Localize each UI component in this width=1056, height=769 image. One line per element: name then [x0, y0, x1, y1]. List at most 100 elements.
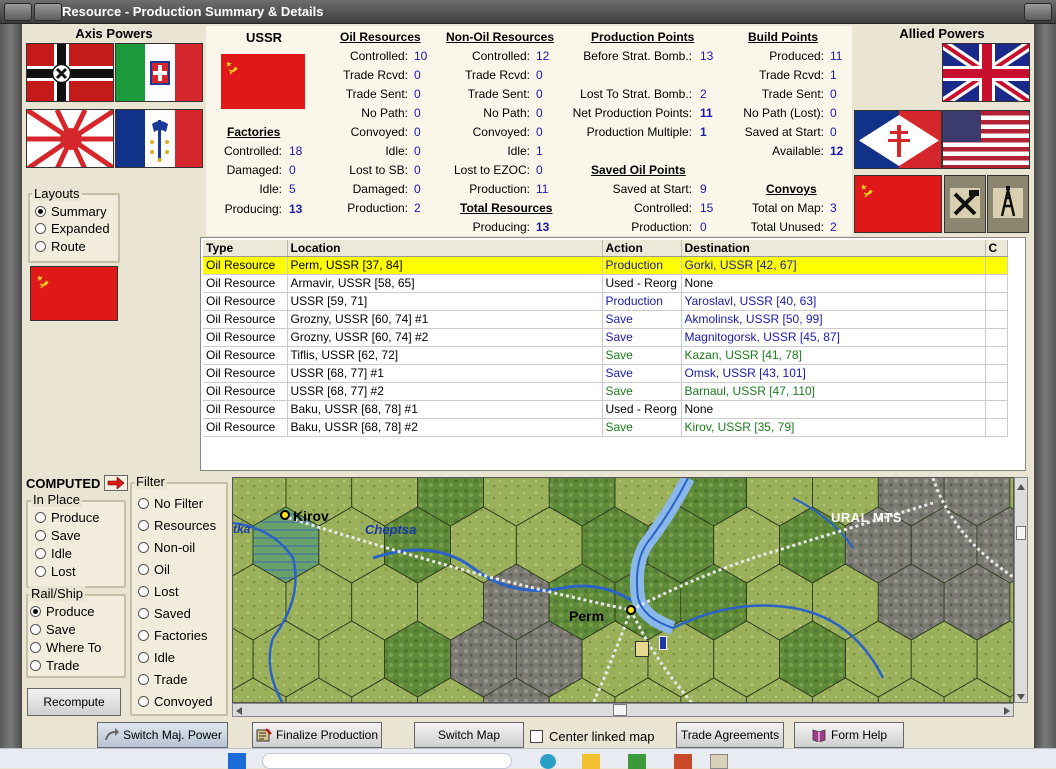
app-icon-red[interactable] — [674, 754, 692, 769]
filter-non-oil-radio[interactable]: Non-oil — [138, 540, 195, 555]
filter-oil-radio[interactable]: Oil — [138, 562, 170, 577]
cell-c — [985, 346, 1008, 365]
app-icon-game[interactable] — [710, 754, 728, 769]
filter-resources-radio[interactable]: Resources — [138, 518, 216, 533]
hex-map[interactable]: Kirov Cheptsa tka Perm URAL MTS — [232, 477, 1014, 703]
nonoil-value: 0 — [536, 106, 543, 120]
table-row[interactable]: Oil Resource USSR [68, 77] #2 Save Barnaul,… — [203, 382, 1008, 401]
layout-expanded-radio[interactable]: Expanded — [35, 221, 110, 236]
inplace-idle-radio[interactable]: Idle — [35, 546, 72, 561]
layout-route-radio[interactable]: Route — [35, 239, 86, 254]
inplace-save-radio[interactable]: Save — [35, 528, 81, 543]
cell-c — [985, 328, 1008, 347]
oil-derrick-icon[interactable] — [987, 175, 1029, 233]
title-bar[interactable]: Resource - Production Summary & Details — [0, 0, 1056, 24]
browser-icon[interactable] — [540, 754, 556, 769]
power-name: USSR — [245, 30, 283, 45]
taskbar-search-box[interactable] — [262, 753, 512, 769]
layout-summary-radio[interactable]: Summary — [35, 204, 107, 219]
form-help-button[interactable]: Form Help — [794, 722, 904, 748]
table-row[interactable]: Oil Resource Perm, USSR [37, 84] Productio… — [203, 256, 1008, 275]
table-row[interactable]: Oil Resource Grozny, USSR [60, 74] #1 Save… — [203, 310, 1008, 329]
usa-flag[interactable] — [942, 110, 1030, 169]
map-horizontal-scrollbar[interactable] — [232, 703, 1014, 717]
inplace-lost-radio[interactable]: Lost — [35, 564, 76, 579]
help-book-icon — [812, 729, 826, 742]
filter-idle-radio[interactable]: Idle — [138, 650, 175, 665]
close-button[interactable] — [1024, 3, 1052, 21]
filter-factories-radio[interactable]: Factories — [138, 628, 207, 643]
window-menu-button[interactable] — [4, 3, 32, 21]
recompute-button[interactable]: Recompute — [27, 688, 121, 716]
perm-city-marker[interactable] — [626, 605, 636, 615]
vichy-france-flag[interactable] — [115, 109, 203, 168]
column-header-location[interactable]: Location — [287, 240, 603, 257]
oil-resource-icon[interactable] — [659, 636, 667, 650]
selected-power-flag[interactable] — [30, 266, 118, 321]
table-row[interactable]: Oil Resource Grozny, USSR [60, 74] #2 Save… — [203, 328, 1008, 347]
filter-no-filter-radio[interactable]: No Filter — [138, 496, 203, 511]
railship-where-to-radio[interactable]: Where To — [30, 640, 101, 655]
uk-flag[interactable] — [942, 43, 1030, 102]
file-explorer-icon[interactable] — [582, 754, 600, 769]
scroll-thumb-vertical[interactable] — [1016, 526, 1026, 540]
radio-dot — [35, 223, 46, 234]
filter-convoyed-radio[interactable]: Convoyed — [138, 694, 213, 709]
column-header-action[interactable]: Action — [602, 240, 682, 257]
free-france-flag[interactable] — [854, 110, 942, 169]
ussr-flag-allied[interactable] — [854, 175, 942, 233]
right-arrow-icon — [107, 477, 125, 489]
table-row[interactable]: Oil Resource Baku, USSR [68, 78] #1 Used -… — [203, 400, 1008, 419]
inplace-produce-radio[interactable]: Produce — [35, 510, 99, 525]
column-header-type[interactable]: Type — [203, 240, 288, 257]
scroll-left-arrow-icon[interactable] — [235, 705, 243, 715]
minimize-button[interactable] — [34, 3, 62, 21]
table-row[interactable]: Oil Resource Baku, USSR [68, 78] #2 Save Ki… — [203, 418, 1008, 437]
cell-destination: Gorki, USSR [42, 67] — [681, 256, 986, 275]
resource-table[interactable]: Type Location Action Destination C Oil R… — [200, 237, 1026, 471]
center-linked-map-checkbox[interactable] — [530, 730, 543, 743]
start-icon[interactable] — [228, 753, 246, 769]
cell-c — [985, 310, 1008, 329]
resource-hammer-icon[interactable] — [944, 175, 986, 233]
kirov-city-marker[interactable] — [280, 510, 290, 520]
radio-dot — [138, 498, 149, 509]
germany-flag[interactable] — [26, 43, 114, 102]
table-row[interactable]: Oil Resource USSR [68, 77] #1 Save Omsk, US… — [203, 364, 1008, 383]
saved-label: Production: — [631, 220, 692, 234]
column-header-c[interactable]: C — [985, 240, 1008, 257]
app-icon-green[interactable] — [628, 754, 646, 769]
railship-produce-radio[interactable]: Produce — [30, 604, 94, 619]
filter-lost-radio[interactable]: Lost — [138, 584, 179, 599]
trade-agreements-button[interactable]: Trade Agreements — [676, 722, 784, 748]
finalize-production-button[interactable]: Finalize Production — [252, 722, 382, 748]
scroll-thumb-horizontal[interactable] — [613, 704, 627, 716]
computed-arrow-button[interactable] — [104, 475, 128, 491]
table-row[interactable]: Oil Resource Tiflis, USSR [62, 72] Save Kaz… — [203, 346, 1008, 365]
oil-label: Production: — [347, 201, 408, 215]
filter-trade-radio[interactable]: Trade — [138, 672, 187, 687]
cell-empty — [287, 436, 602, 454]
italy-flag[interactable] — [115, 43, 203, 102]
cell-destination: Kirov, USSR [35, 79] — [681, 418, 986, 437]
switch-major-power-button[interactable]: Switch Maj. Power — [97, 722, 228, 748]
map-vertical-scrollbar[interactable] — [1014, 477, 1028, 703]
bp-value: 0 — [830, 106, 837, 120]
factory-icon[interactable] — [635, 641, 649, 657]
railship-save-radio[interactable]: Save — [30, 622, 76, 637]
japan-flag[interactable] — [26, 109, 114, 168]
oil-value: 2 — [414, 201, 421, 215]
table-row[interactable]: Oil Resource Armavir, USSR [58, 65] Used -… — [203, 274, 1008, 293]
switch-map-button[interactable]: Switch Map — [414, 722, 524, 748]
railship-trade-radio[interactable]: Trade — [30, 658, 79, 673]
radio-dot — [35, 241, 46, 252]
table-row[interactable]: Oil Resource USSR [59, 71] Production Yaros… — [203, 292, 1008, 311]
scroll-right-arrow-icon[interactable] — [1003, 705, 1011, 715]
oil-label: Trade Rcvd: — [343, 68, 408, 82]
filter-saved-radio[interactable]: Saved — [138, 606, 191, 621]
scroll-up-arrow-icon[interactable] — [1016, 480, 1026, 490]
cell-type: Oil Resource — [203, 292, 288, 311]
cell-c — [985, 400, 1008, 419]
scroll-down-arrow-icon[interactable] — [1016, 690, 1026, 700]
column-header-destination[interactable]: Destination — [681, 240, 986, 257]
